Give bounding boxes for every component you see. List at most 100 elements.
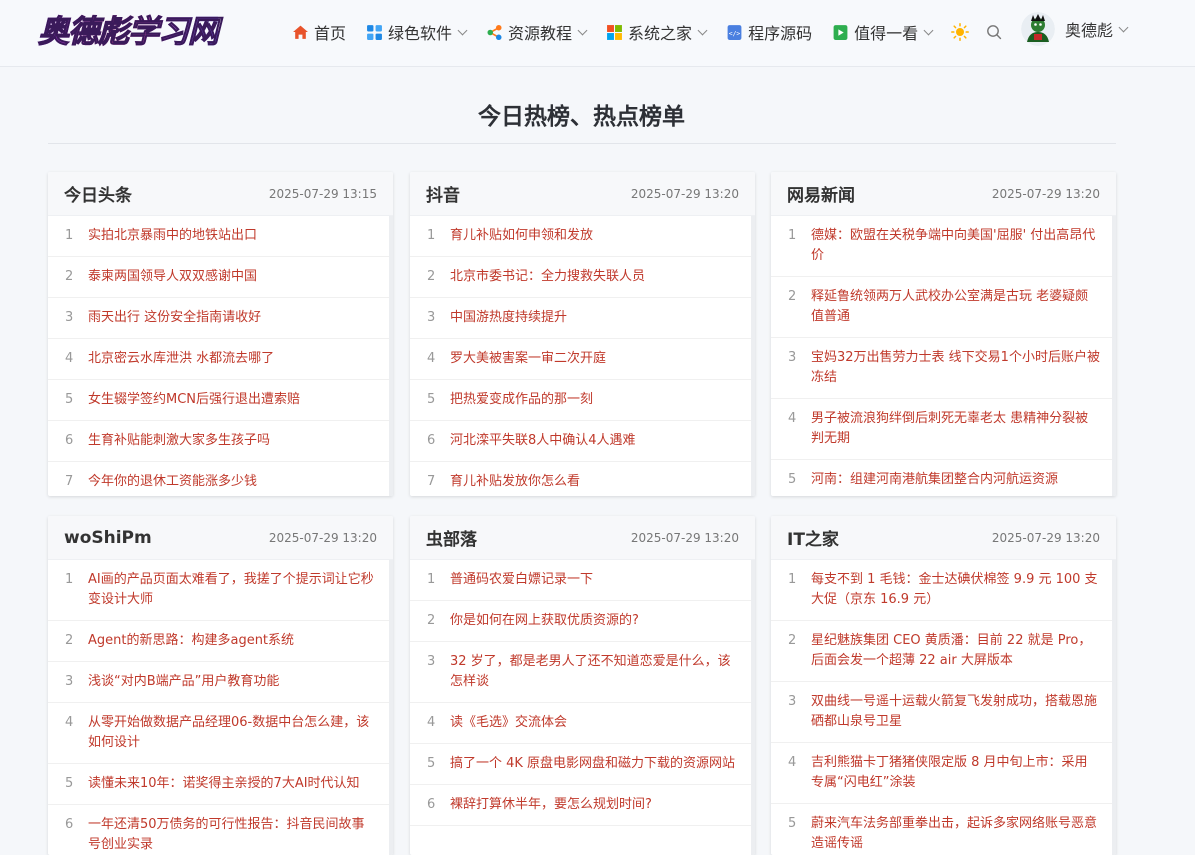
list-item[interactable]: 4 从零开始做数据产品经理06-数据中台怎么建，该如何设计	[48, 703, 393, 764]
item-link[interactable]: 普通码农爱白嫖记录一下	[450, 560, 593, 600]
list-item[interactable]: 2 Agent的新思路：构建多agent系统	[48, 621, 393, 662]
item-rank: 5	[788, 472, 797, 487]
item-link[interactable]: 每支不到 1 毛钱：金士达碘伏棉签 9.9 元 100 支大促（京东 16.9 …	[811, 560, 1100, 620]
item-link[interactable]: 你是如何在网上获取优质资源的?	[450, 601, 639, 641]
list-item[interactable]: 5 女生辍学签约MCN后强行退出遭索赔	[48, 380, 393, 421]
list-item[interactable]: 5 把热爱变成作品的那一刻	[410, 380, 755, 421]
search-icon[interactable]	[986, 24, 1002, 40]
scrollbar[interactable]	[389, 560, 393, 855]
list-item[interactable]: 1 每支不到 1 毛钱：金士达碘伏棉签 9.9 元 100 支大促（京东 16.9…	[771, 560, 1116, 621]
item-link[interactable]: 星纪魅族集团 CEO 黄质潘：目前 22 就是 Pro，后面会发一个超薄 22 …	[811, 621, 1100, 681]
item-link[interactable]: 释延鲁统领两万人武校办公室满是古玩 老婆疑颇值普通	[811, 277, 1100, 337]
nav-item-home[interactable]: 首页	[292, 17, 346, 47]
list-item[interactable]: 3 中国游热度持续提升	[410, 298, 755, 339]
nav-item-tutorials[interactable]: 资源教程	[486, 17, 588, 47]
item-link[interactable]: 德媒：欧盟在关税争端中向美国'屈服' 付出高昂代价	[811, 216, 1100, 276]
site-logo[interactable]: 奥德彪学习网	[38, 10, 228, 54]
item-link[interactable]: 实拍北京暴雨中的地铁站出口	[88, 216, 257, 256]
list-item[interactable]: 3 宝妈32万出售劳力士表 线下交易1个小时后账户被冻结	[771, 338, 1116, 399]
item-link[interactable]: 从零开始做数据产品经理06-数据中台怎么建，该如何设计	[88, 703, 377, 763]
item-link[interactable]: 搞了一个 4K 原盘电影网盘和磁力下载的资源网站	[450, 744, 735, 784]
item-link[interactable]: AI画的产品页面太难看了，我搓了个提示词让它秒变设计大师	[88, 560, 377, 620]
list-item[interactable]: 4 罗大美被害案一审二次开庭	[410, 339, 755, 380]
nav-item-source-code[interactable]: </> 程序源码	[726, 17, 812, 47]
list-item[interactable]: 1 普通码农爱白嫖记录一下	[410, 560, 755, 601]
scrollbar[interactable]	[751, 560, 755, 855]
item-link[interactable]: 北京密云水库泄洪 水都流去哪了	[88, 339, 274, 379]
scrollbar[interactable]	[1112, 216, 1116, 496]
item-rank: 5	[65, 776, 74, 791]
item-link[interactable]: 生育补贴能刺激大家多生孩子吗	[88, 421, 270, 461]
list-item[interactable]: 3 雨天出行 这份安全指南请收好	[48, 298, 393, 339]
list-item[interactable]: 3 双曲线一号遥十运载火箭复飞发射成功，搭载恩施硒都山泉号卫星	[771, 682, 1116, 743]
item-link[interactable]: 女生辍学签约MCN后强行退出遭索赔	[88, 380, 300, 420]
item-link[interactable]: 把热爱变成作品的那一刻	[450, 380, 593, 420]
item-rank: 6	[65, 433, 74, 448]
user-menu[interactable]: 奥德彪	[1065, 17, 1129, 41]
item-link[interactable]: 中国游热度持续提升	[450, 298, 567, 338]
scrollbar[interactable]	[1112, 560, 1116, 855]
list-item[interactable]: 7 今年你的退休工资能涨多少钱	[48, 462, 393, 496]
list-item[interactable]: 1 AI画的产品页面太难看了，我搓了个提示词让它秒变设计大师	[48, 560, 393, 621]
item-link[interactable]: 读《毛选》交流体会	[450, 703, 567, 743]
nav-item-software[interactable]: 绿色软件	[366, 17, 468, 47]
list-item[interactable]: 2 北京市委书记：全力搜救失联人员	[410, 257, 755, 298]
item-link[interactable]: 浅谈“对内B端产品”用户教育功能	[88, 662, 279, 702]
list-item[interactable]: 5 蔚来汽车法务部重拳出击，起诉多家网络账号恶意造谣传谣	[771, 804, 1116, 855]
scrollbar[interactable]	[389, 216, 393, 496]
item-link[interactable]: 读懂未来10年：诺奖得主亲授的7大AI时代认知	[88, 764, 360, 804]
card-title: IT之家	[787, 530, 839, 550]
item-link[interactable]: 宝妈32万出售劳力士表 线下交易1个小时后账户被冻结	[811, 338, 1100, 398]
avatar[interactable]	[1021, 12, 1055, 46]
list-item[interactable]: 4 读《毛选》交流体会	[410, 703, 755, 744]
list-item[interactable]: 4 吉利熊猫卡丁猪猪侠限定版 8 月中旬上市：采用专属“闪电红”涂装	[771, 743, 1116, 804]
nav-item-system[interactable]: 系统之家	[606, 17, 708, 47]
user-name: 奥德彪	[1065, 21, 1114, 40]
item-link[interactable]: 河北滦平失联8人中确认4人遇难	[450, 421, 636, 461]
list-item[interactable]: 2 释延鲁统领两万人武校办公室满是古玩 老婆疑颇值普通	[771, 277, 1116, 338]
list-item[interactable]: 5 读懂未来10年：诺奖得主亲授的7大AI时代认知	[48, 764, 393, 805]
item-link[interactable]: 一年还清50万债务的可行性报告：抖音民间故事号创业实录	[88, 805, 377, 855]
list-item[interactable]: 1 育儿补贴如何申领和发放	[410, 216, 755, 257]
nav-item-worth-seeing[interactable]: 值得一看	[832, 17, 934, 47]
nav-label: 资源教程	[508, 24, 573, 43]
item-link[interactable]: 北京市委书记：全力搜救失联人员	[450, 257, 645, 297]
list-item[interactable]: 6 裸辞打算休半年，要怎么规划时间?	[410, 785, 755, 826]
item-link[interactable]: 雨天出行 这份安全指南请收好	[88, 298, 261, 338]
list-item[interactable]: 2 你是如何在网上获取优质资源的?	[410, 601, 755, 642]
item-link[interactable]: 罗大美被害案一审二次开庭	[450, 339, 606, 379]
scrollbar[interactable]	[751, 216, 755, 496]
item-rank: 3	[788, 350, 797, 365]
item-link[interactable]: 男子被流浪狗绊倒后刺死无辜老太 患精神分裂被判无期	[811, 399, 1100, 459]
item-link[interactable]: 泰柬两国领导人双双感谢中国	[88, 257, 257, 297]
item-link[interactable]: 裸辞打算休半年，要怎么规划时间?	[450, 785, 652, 825]
card-timestamp: 2025-07-29 13:20	[268, 530, 377, 545]
item-link[interactable]: 双曲线一号遥十运载火箭复飞发射成功，搭载恩施硒都山泉号卫星	[811, 682, 1100, 742]
list-item[interactable]: 5 搞了一个 4K 原盘电影网盘和磁力下载的资源网站	[410, 744, 755, 785]
item-link[interactable]: 育儿补贴发放你怎么看	[450, 462, 580, 496]
item-link[interactable]: 32 岁了，都是老男人了还不知道恋爱是什么，该怎样谈	[450, 642, 739, 702]
item-rank: 3	[65, 310, 74, 325]
list-item[interactable]: 3 32 岁了，都是老男人了还不知道恋爱是什么，该怎样谈	[410, 642, 755, 703]
list-item[interactable]: 4 北京密云水库泄洪 水都流去哪了	[48, 339, 393, 380]
item-link[interactable]: 今年你的退休工资能涨多少钱	[88, 462, 257, 496]
list-item[interactable]: 5 河南：组建河南港航集团整合内河航运资源	[771, 460, 1116, 496]
list-item[interactable]: 7 育儿补贴发放你怎么看	[410, 462, 755, 496]
item-link[interactable]: Agent的新思路：构建多agent系统	[88, 621, 294, 661]
item-link[interactable]: 育儿补贴如何申领和发放	[450, 216, 593, 256]
list-item[interactable]: 2 星纪魅族集团 CEO 黄质潘：目前 22 就是 Pro，后面会发一个超薄 22…	[771, 621, 1116, 682]
list-item[interactable]: 1 实拍北京暴雨中的地铁站出口	[48, 216, 393, 257]
list-item[interactable]: 4 男子被流浪狗绊倒后刺死无辜老太 患精神分裂被判无期	[771, 399, 1116, 460]
list-item[interactable]: 3 浅谈“对内B端产品”用户教育功能	[48, 662, 393, 703]
list-item[interactable]: 6 河北滦平失联8人中确认4人遇难	[410, 421, 755, 462]
list-item[interactable]: 6 生育补贴能刺激大家多生孩子吗	[48, 421, 393, 462]
list-item[interactable]: 6 一年还清50万债务的可行性报告：抖音民间故事号创业实录	[48, 805, 393, 855]
item-link[interactable]: 河南：组建河南港航集团整合内河航运资源	[811, 460, 1058, 496]
item-link[interactable]: 吉利熊猫卡丁猪猪侠限定版 8 月中旬上市：采用专属“闪电红”涂装	[811, 743, 1100, 803]
home-icon	[293, 25, 308, 39]
sun-icon[interactable]	[951, 23, 969, 41]
list-item[interactable]: 1 德媒：欧盟在关税争端中向美国'屈服' 付出高昂代价	[771, 216, 1116, 277]
item-link[interactable]: 蔚来汽车法务部重拳出击，起诉多家网络账号恶意造谣传谣	[811, 804, 1100, 855]
item-rank: 3	[65, 674, 74, 689]
list-item[interactable]: 2 泰柬两国领导人双双感谢中国	[48, 257, 393, 298]
